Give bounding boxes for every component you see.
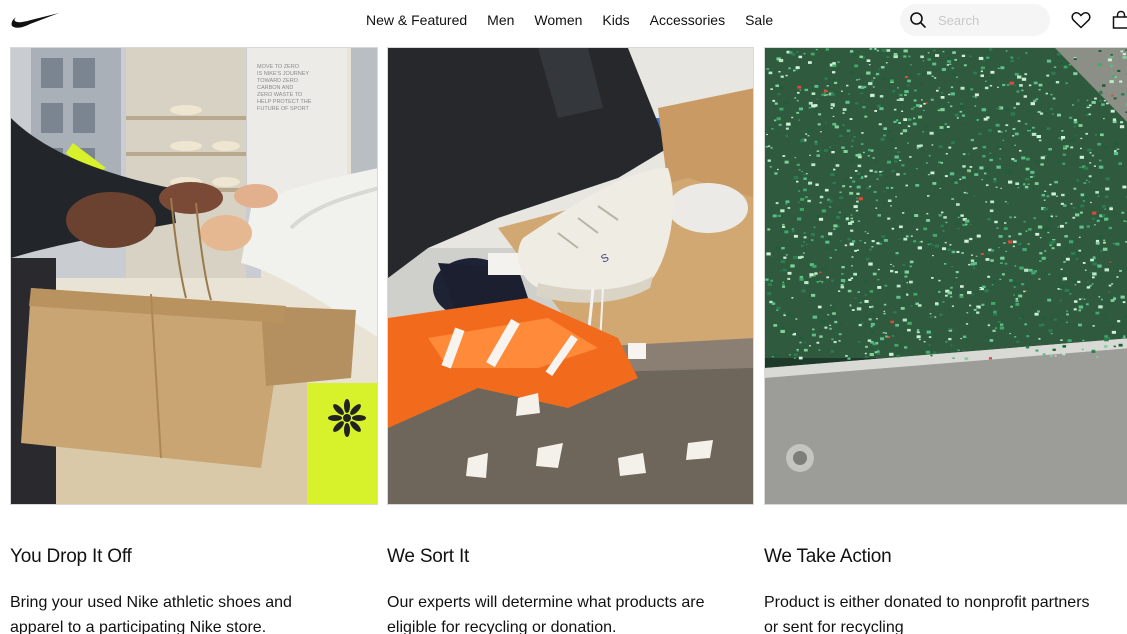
step-title: We Take Action [764, 546, 892, 567]
step-title: We Sort It [387, 546, 470, 567]
step-title: You Drop It Off [10, 546, 132, 567]
step-description: Our experts will determine what products… [387, 594, 705, 634]
drop-off-image: MOVE TO ZERO IS NIKE'S JOURNEY TOWARD ZE… [10, 47, 378, 505]
step-drop-off: You Drop It Off Bring your used Nike ath… [10, 545, 378, 634]
nav-item-men[interactable]: Men [487, 12, 514, 28]
step-sort: We Sort It Our experts will determine wh… [387, 545, 755, 634]
sorting-image: S [387, 47, 754, 505]
main-nav: New & Featured Men Women Kids Accessorie… [366, 0, 773, 40]
nav-item-women[interactable]: Women [534, 12, 582, 28]
step-take-action: We Take Action Product is either donated… [764, 545, 1127, 634]
search-box[interactable] [900, 4, 1050, 36]
recycling-image [764, 47, 1127, 505]
nav-item-new-featured[interactable]: New & Featured [366, 12, 467, 28]
step-description: Product is either donated to nonprofit p… [764, 594, 1090, 634]
bag-icon[interactable] [1110, 9, 1127, 31]
step-description: Bring your used Nike athletic shoes and … [10, 594, 292, 634]
nav-item-kids[interactable]: Kids [602, 12, 629, 28]
nike-swoosh-logo[interactable] [10, 11, 60, 29]
site-header: New & Featured Men Women Kids Accessorie… [0, 0, 1127, 40]
heart-icon[interactable] [1070, 9, 1092, 31]
search-input[interactable] [938, 12, 1038, 28]
nav-item-sale[interactable]: Sale [745, 12, 773, 28]
search-icon[interactable] [902, 4, 934, 36]
nav-item-accessories[interactable]: Accessories [650, 12, 725, 28]
